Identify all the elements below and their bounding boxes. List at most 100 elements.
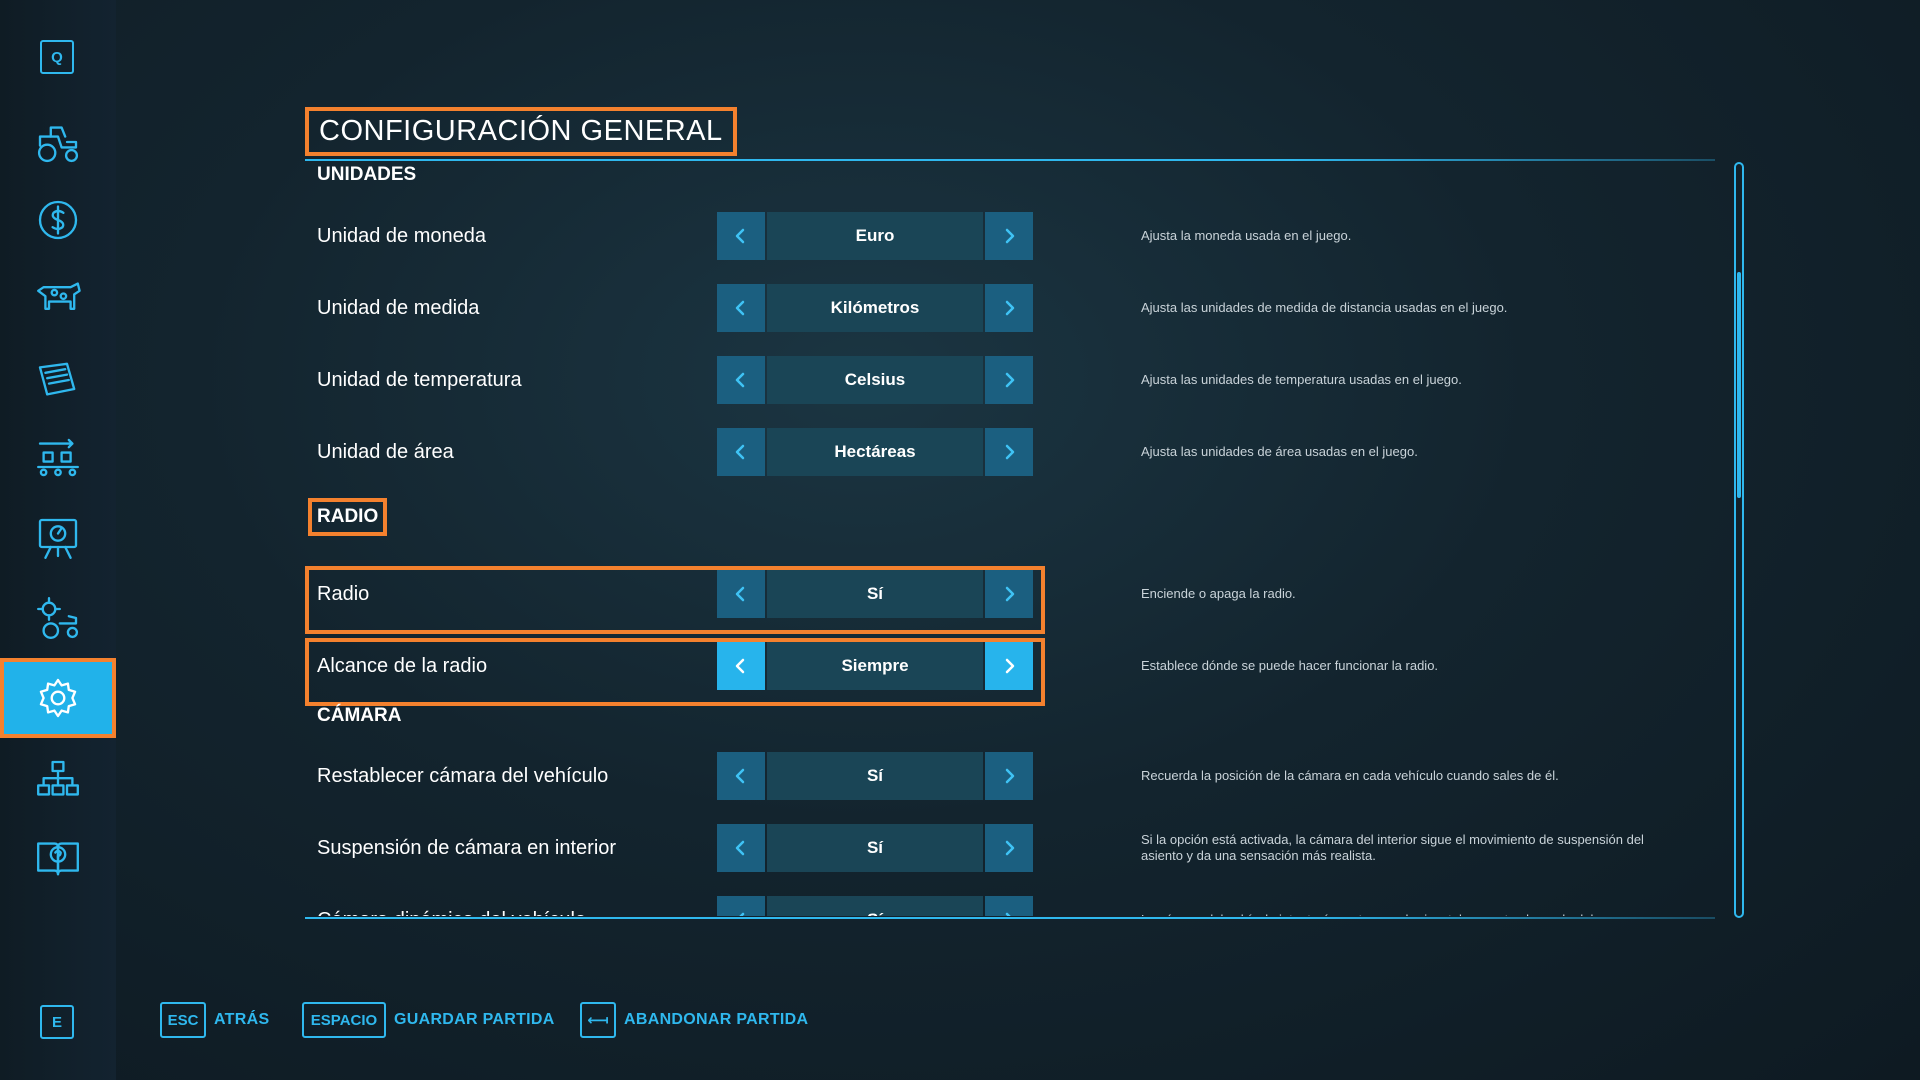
- page-title: CONFIGURACIÓN GENERAL: [305, 107, 737, 156]
- title-divider: [305, 159, 1715, 161]
- back-button[interactable]: ATRÁS: [214, 1002, 269, 1038]
- sidebar-item-finances[interactable]: [0, 180, 116, 260]
- sidebar-item-vehicle-settings[interactable]: [0, 578, 116, 658]
- option-value: Siempre: [767, 642, 983, 690]
- chevron-right-icon: [1005, 912, 1011, 916]
- chevron-right-icon: [1005, 228, 1015, 244]
- option-value: Celsius: [767, 356, 983, 404]
- next-option-button[interactable]: [985, 356, 1033, 404]
- sidebar-item-network[interactable]: [0, 740, 116, 820]
- next-option-button[interactable]: [985, 428, 1033, 476]
- prev-option-button[interactable]: [717, 284, 765, 332]
- setting-row-dinamica: Cámara dinámica del vehículo Sí La cámar…: [305, 896, 1705, 916]
- quit-game-button[interactable]: ABANDONAR PARTIDA: [624, 1002, 808, 1038]
- prev-option-button[interactable]: [717, 428, 765, 476]
- setting-row-alcance: Alcance de la radio Siempre Establece dó…: [305, 638, 1705, 706]
- prev-option-button[interactable]: [717, 824, 765, 872]
- option-selector[interactable]: Sí: [717, 570, 1033, 618]
- chevron-left-icon: [735, 372, 745, 388]
- setting-label: Restablecer cámara del vehículo: [317, 765, 609, 787]
- setting-label: Suspensión de cámara en interior: [317, 837, 617, 859]
- chevron-right-icon: [1005, 840, 1015, 856]
- esc-key-hint[interactable]: ESC: [160, 1002, 206, 1038]
- prev-option-button[interactable]: [717, 356, 765, 404]
- network-icon: [37, 760, 79, 796]
- option-selector[interactable]: Celsius: [717, 356, 1033, 404]
- cow-icon: [37, 282, 81, 310]
- chevron-left-icon: [735, 586, 745, 602]
- option-value: Sí: [767, 570, 983, 618]
- sidebar-item-production[interactable]: [0, 418, 116, 498]
- space-key-hint[interactable]: ESPACIO: [302, 1002, 386, 1038]
- prev-option-button[interactable]: [717, 896, 765, 916]
- setting-description: Ajusta la moneda usada en el juego.: [1141, 228, 1352, 243]
- next-option-button[interactable]: [985, 896, 1033, 916]
- setting-row-restablecer: Restablecer cámara del vehículo Sí Recue…: [305, 752, 1705, 804]
- option-selector[interactable]: Sí: [717, 896, 1033, 916]
- setting-label: Alcance de la radio: [317, 655, 488, 677]
- next-option-button[interactable]: [985, 212, 1033, 260]
- section-radio: RADIO: [308, 498, 388, 536]
- setting-label: Unidad de temperatura: [317, 369, 522, 391]
- list-bottom-divider: [305, 917, 1715, 919]
- next-option-button[interactable]: [985, 284, 1033, 332]
- sidebar-item-contracts[interactable]: [0, 340, 116, 420]
- option-selector[interactable]: Sí: [717, 824, 1033, 872]
- chevron-right-icon: [1005, 372, 1015, 388]
- sidebar-item-info[interactable]: [0, 498, 116, 578]
- chevron-left-icon: [735, 300, 745, 316]
- section-camara: CÁMARA: [317, 705, 402, 726]
- option-value: Euro: [767, 212, 983, 260]
- option-selector[interactable]: Hectáreas: [717, 428, 1033, 476]
- setting-description: Ajusta las unidades de medida de distanc…: [1141, 300, 1508, 315]
- next-option-button[interactable]: [985, 824, 1033, 872]
- sidebar-item-vehicles[interactable]: [0, 102, 116, 182]
- next-option-button[interactable]: [985, 642, 1033, 690]
- option-selector[interactable]: Siempre: [717, 642, 1033, 690]
- gear-icon: [39, 678, 77, 718]
- sidebar-item-animals[interactable]: [0, 258, 116, 338]
- sidebar: Q E: [0, 0, 116, 1080]
- chevron-left-icon: [735, 228, 745, 244]
- prev-option-button[interactable]: [717, 212, 765, 260]
- next-option-button[interactable]: [985, 752, 1033, 800]
- prev-option-button[interactable]: [717, 642, 765, 690]
- setting-row-temperatura: Unidad de temperatura Celsius Ajusta las…: [305, 356, 1705, 408]
- dollar-icon: [38, 200, 78, 240]
- setting-description: Recuerda la posición de la cámara en cad…: [1141, 768, 1559, 783]
- chevron-left-icon: [739, 912, 745, 916]
- scrollbar-thumb[interactable]: [1737, 272, 1741, 498]
- chevron-left-icon: [735, 444, 745, 460]
- setting-row-moneda: Unidad de moneda Euro Ajusta la moneda u…: [305, 212, 1705, 264]
- setting-label: Radio: [317, 583, 370, 605]
- option-selector[interactable]: Kilómetros: [717, 284, 1033, 332]
- info-board-icon: [38, 518, 78, 559]
- chevron-right-icon: [1005, 300, 1015, 316]
- setting-label: Cámara dinámica del vehículo: [317, 896, 586, 916]
- setting-description: La cámara del vehículo intentará mantene…: [1141, 896, 1681, 916]
- sidebar-item-settings[interactable]: [0, 658, 116, 738]
- option-selector[interactable]: Euro: [717, 212, 1033, 260]
- next-option-button[interactable]: [985, 570, 1033, 618]
- chevron-left-icon: [735, 768, 745, 784]
- help-book-icon: [37, 842, 79, 876]
- chevron-right-icon: [1005, 658, 1015, 674]
- e-key-hint[interactable]: E: [40, 1005, 74, 1039]
- tractor-icon: [37, 126, 79, 163]
- backspace-key-hint[interactable]: ⟻: [580, 1002, 616, 1038]
- chevron-left-icon: [735, 658, 745, 674]
- sidebar-item-help[interactable]: [0, 818, 116, 898]
- option-value: Sí: [767, 824, 983, 872]
- production-icon: [37, 438, 79, 477]
- setting-description: Ajusta las unidades de área usadas en el…: [1141, 444, 1418, 459]
- option-selector[interactable]: Sí: [717, 752, 1033, 800]
- setting-description: Si la opción está activada, la cámara de…: [1141, 832, 1644, 863]
- prev-option-button[interactable]: [717, 752, 765, 800]
- q-key-hint[interactable]: Q: [40, 40, 74, 74]
- save-game-button[interactable]: GUARDAR PARTIDA: [394, 1002, 555, 1038]
- setting-label: Unidad de área: [317, 441, 454, 463]
- settings-list[interactable]: UNIDADES Unidad de moneda Euro Ajusta la…: [300, 162, 1720, 916]
- setting-description: Establece dónde se puede hacer funcionar…: [1141, 658, 1439, 673]
- prev-option-button[interactable]: [717, 570, 765, 618]
- option-value: Sí: [767, 896, 983, 916]
